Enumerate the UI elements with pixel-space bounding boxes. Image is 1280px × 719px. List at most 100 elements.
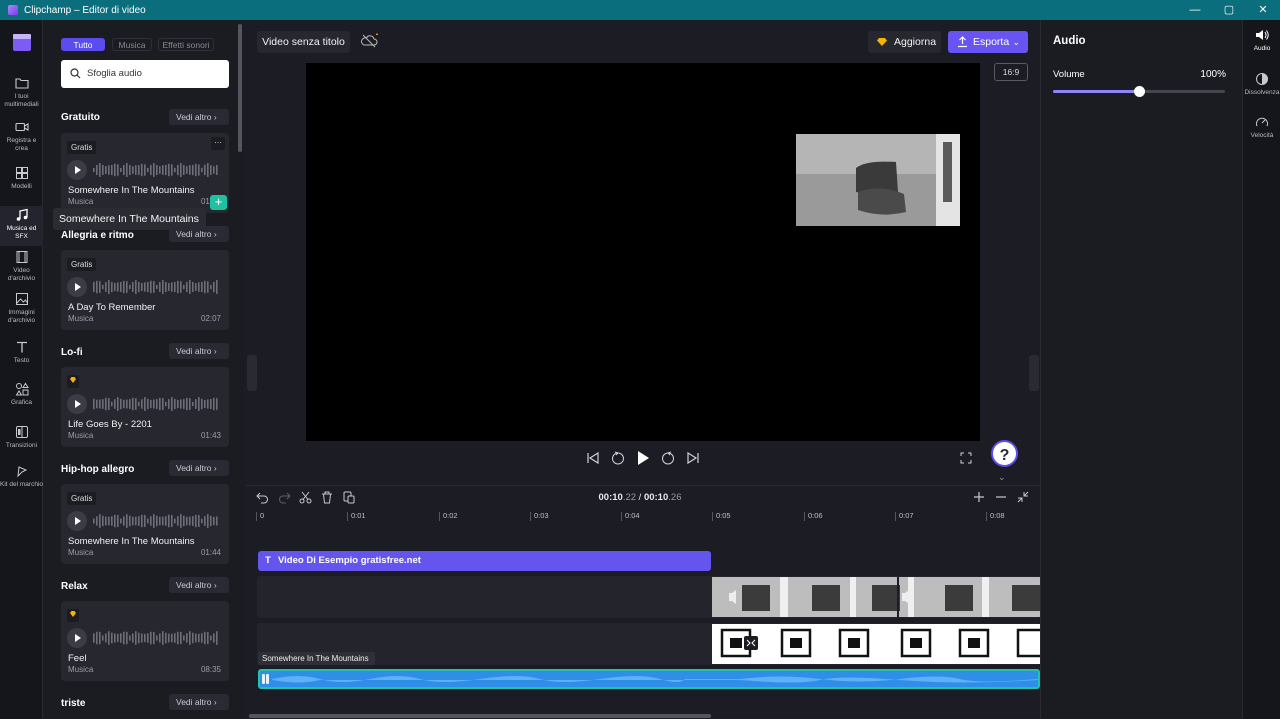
- rail-item-transitions[interactable]: Transizioni: [0, 425, 43, 450]
- rail-item-audio[interactable]: Audio: [1243, 28, 1280, 52]
- duplicate-icon[interactable]: [343, 491, 355, 504]
- see-more-button[interactable]: Vedi altro ›: [169, 343, 229, 359]
- rail-item-brand-kit[interactable]: Kit del marchio: [0, 464, 43, 489]
- timeline-scrollbar[interactable]: [249, 714, 711, 718]
- play-button[interactable]: [67, 277, 87, 297]
- cloud-sync-off-icon[interactable]: [361, 33, 381, 49]
- fit-timeline-icon[interactable]: [1017, 491, 1029, 503]
- filter-sfx[interactable]: Effetti sonori: [158, 38, 214, 51]
- search-input[interactable]: Sfoglia audio: [61, 60, 229, 88]
- close-button[interactable]: ✕: [1246, 0, 1280, 20]
- audio-card[interactable]: Gratis ··· Somewhere In The Mountains Mu…: [61, 133, 229, 213]
- upload-icon: [958, 36, 967, 48]
- rail-label: Velocità: [1250, 132, 1274, 139]
- add-to-timeline-button[interactable]: +: [210, 195, 227, 210]
- audio-card[interactable]: Gratis A Day To Remember Musica 02:07: [61, 250, 229, 330]
- ruler-tick: 0:05: [712, 511, 731, 521]
- search-icon: [70, 68, 81, 79]
- play-button[interactable]: [67, 511, 87, 531]
- film-icon: [16, 251, 27, 263]
- timeline-ruler[interactable]: 0 0:01 0:02 0:03 0:04 0:05 0:06 0:07 0:0…: [246, 511, 1040, 527]
- see-more-button[interactable]: Vedi altro ›: [169, 109, 229, 125]
- aspect-ratio-button[interactable]: 16:9: [994, 63, 1028, 81]
- brand-kit-icon: [16, 466, 27, 478]
- maximize-button[interactable]: ▢: [1212, 0, 1246, 20]
- see-more-button[interactable]: Vedi altro ›: [169, 460, 229, 476]
- audio-clip[interactable]: [258, 669, 1040, 689]
- see-more-button[interactable]: Vedi altro ›: [169, 694, 229, 710]
- collapse-right-panel-button[interactable]: [1029, 355, 1039, 391]
- video-preview[interactable]: [306, 63, 980, 441]
- collapse-left-panel-button[interactable]: [247, 355, 257, 391]
- section-title: Gratuito: [61, 112, 100, 123]
- audio-card[interactable]: Gratis Somewhere In The Mountains Musica…: [61, 484, 229, 564]
- text-icon: [16, 341, 27, 353]
- skip-forward-icon[interactable]: [686, 451, 700, 465]
- transitions-icon: [15, 426, 28, 438]
- rail-item-text[interactable]: Testo: [0, 340, 43, 365]
- rail-item-graphics[interactable]: Grafica: [0, 382, 43, 407]
- rail-item-templates[interactable]: Modelli: [0, 166, 43, 191]
- music-icon: [16, 208, 28, 221]
- waveform: [93, 280, 218, 294]
- clipchamp-logo-icon[interactable]: [0, 32, 43, 57]
- window-title: Clipchamp – Editor di video: [24, 4, 146, 16]
- track-duration: 08:35: [200, 665, 221, 674]
- text-t-icon: T: [265, 555, 271, 566]
- ruler-tick: 0:02: [439, 511, 458, 521]
- redo-icon[interactable]: [278, 491, 291, 504]
- project-name-field[interactable]: Video senza titolo: [257, 31, 350, 53]
- split-scissors-icon[interactable]: [299, 491, 312, 504]
- rail-item-record[interactable]: Registra e crea: [0, 120, 43, 153]
- play-icon[interactable]: [636, 450, 650, 466]
- premium-diamond-icon: [67, 609, 79, 622]
- more-options-button[interactable]: ···: [211, 137, 225, 150]
- play-button[interactable]: [67, 394, 87, 414]
- zoom-in-icon[interactable]: [973, 491, 985, 503]
- volume-slider-thumb[interactable]: [1134, 86, 1145, 97]
- ruler-tick: 0:04: [621, 511, 640, 521]
- rail-item-media[interactable]: I tuoi multimediali: [0, 76, 43, 109]
- help-button[interactable]: ?: [991, 440, 1018, 467]
- text-clip[interactable]: T Video Di Esempio gratisfree.net: [258, 551, 711, 571]
- filter-music[interactable]: Musica: [112, 38, 152, 51]
- left-nav-rail: I tuoi multimediali Registra e crea Mode…: [0, 20, 43, 719]
- speaker-icon: [1256, 30, 1269, 40]
- fullscreen-icon[interactable]: [960, 452, 972, 464]
- rail-item-fade[interactable]: Dissolvenza: [1243, 72, 1280, 96]
- skip-back-icon[interactable]: [586, 451, 600, 465]
- rail-item-music[interactable]: Musica ed SFX: [0, 206, 43, 246]
- rail-item-speed[interactable]: Velocità: [1243, 115, 1280, 139]
- rail-item-stock-video[interactable]: Video d'archivio: [0, 250, 43, 283]
- export-button[interactable]: Esporta ⌄: [948, 31, 1028, 53]
- search-placeholder: Sfoglia audio: [87, 68, 142, 79]
- current-time-fraction: .22: [622, 492, 637, 503]
- video-clip[interactable]: [712, 624, 1040, 664]
- play-button[interactable]: [67, 628, 87, 648]
- ruler-tick: 0:07: [895, 511, 914, 521]
- play-button[interactable]: [67, 160, 87, 180]
- filter-all[interactable]: Tutto: [61, 38, 105, 51]
- library-scrollbar[interactable]: [238, 24, 242, 152]
- rewind-5s-icon[interactable]: [610, 450, 626, 466]
- waveform: [93, 397, 218, 411]
- track-type: Musica: [68, 431, 94, 440]
- track-title: Feel: [68, 653, 87, 664]
- rail-item-stock-images[interactable]: Immagini d'archivio: [0, 292, 43, 325]
- preview-overlay-image[interactable]: [796, 134, 960, 226]
- zoom-out-icon[interactable]: [995, 491, 1007, 503]
- current-time: 00:10: [598, 492, 623, 503]
- ruler-tick: 0: [255, 511, 265, 521]
- audio-card[interactable]: Feel Musica 08:35: [61, 601, 229, 681]
- delete-icon[interactable]: [321, 491, 333, 504]
- audio-card[interactable]: Life Goes By - 2201 Musica 01:43: [61, 367, 229, 447]
- chevron-down-icon[interactable]: ⌄: [998, 472, 1006, 483]
- forward-5s-icon[interactable]: [660, 450, 676, 466]
- upgrade-button[interactable]: Aggiorna: [868, 31, 941, 53]
- chevron-down-icon: ⌄: [1012, 37, 1020, 47]
- see-more-button[interactable]: Vedi altro ›: [169, 577, 229, 593]
- undo-icon[interactable]: [256, 491, 269, 504]
- video-clip[interactable]: [712, 577, 1040, 617]
- templates-icon: [15, 167, 28, 179]
- minimize-button[interactable]: —: [1178, 0, 1212, 20]
